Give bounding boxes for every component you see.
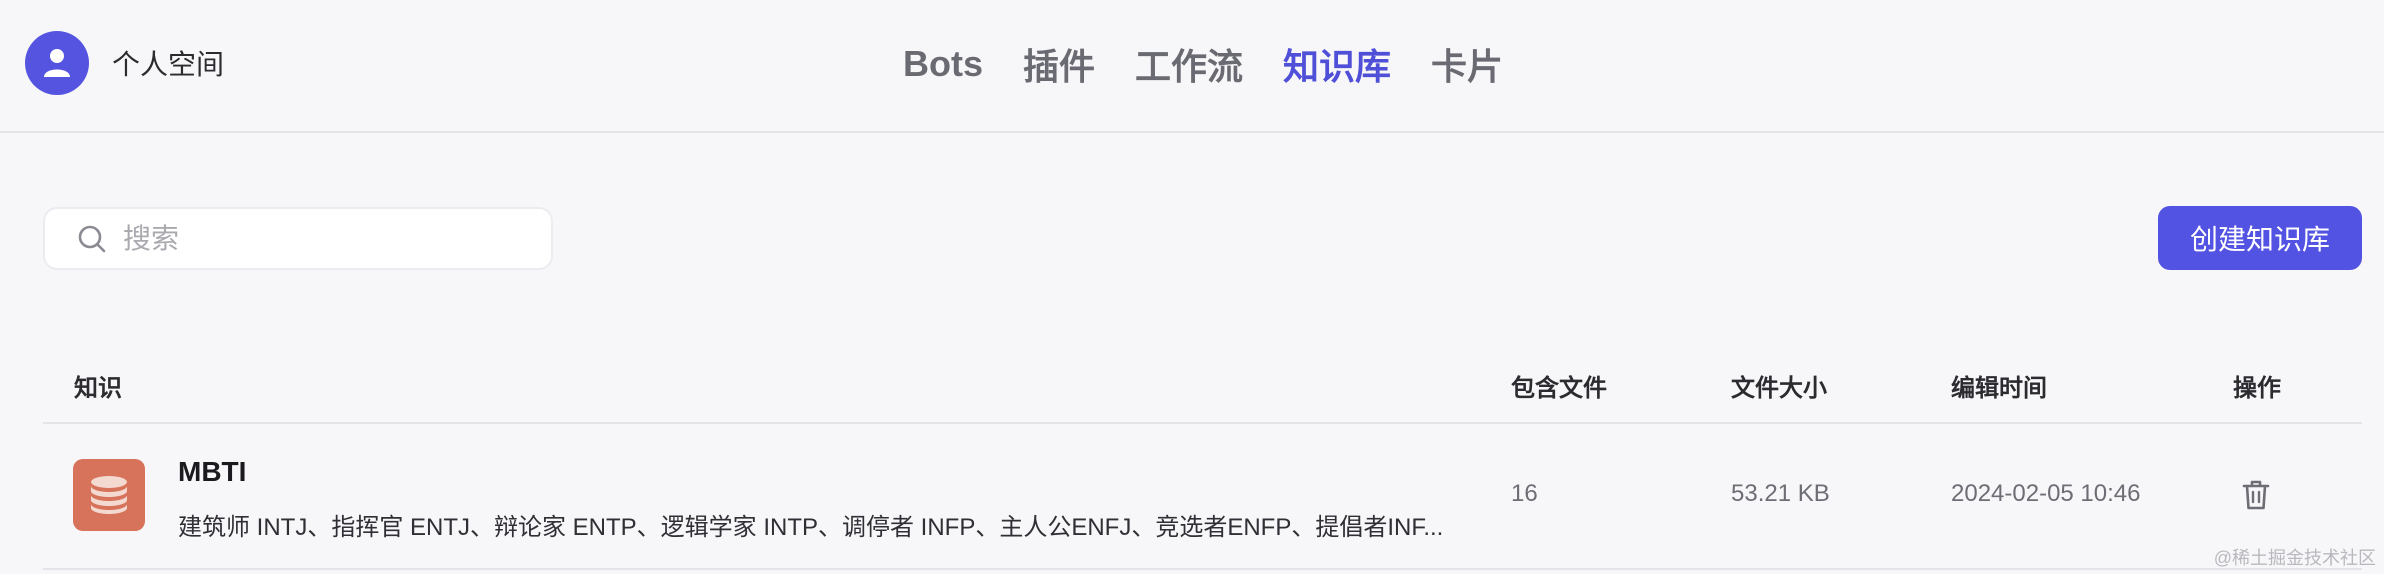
nav-item-knowledge[interactable]: 知识库 [1283,38,1391,90]
main-nav: Bots 插件 工作流 知识库 卡片 [903,36,1543,92]
search-input[interactable] [123,222,503,255]
header-files: 包含文件 [1511,375,1607,402]
watermark: @稀土掘金技术社区 [2213,548,2376,568]
edit-time: 2024-02-05 10:46 [1951,480,2141,507]
knowledge-table: 知识 包含文件 文件大小 编辑时间 操作 MBTI 建筑师 INTJ、指挥官 E… [43,350,2362,570]
file-size: 53.21 KB [1731,480,1830,507]
knowledge-title[interactable]: MBTI [178,456,246,488]
table-row[interactable]: MBTI 建筑师 INTJ、指挥官 ENTJ、辩论家 ENTP、逻辑学家 INT… [43,424,2362,570]
file-count: 16 [1511,480,1538,507]
user-space-label: 个人空间 [112,49,225,80]
knowledge-description: 建筑师 INTJ、指挥官 ENTJ、辩论家 ENTP、逻辑学家 INTP、调停者… [178,514,1444,541]
search-box[interactable] [43,207,553,270]
nav-item-bots[interactable]: Bots [903,43,983,85]
create-knowledge-base-button[interactable]: 创建知识库 [2158,206,2362,270]
avatar[interactable] [25,31,89,95]
header-actions: 操作 [2233,375,2281,402]
user-space[interactable]: 个人空间 [25,31,224,95]
nav-item-cards[interactable]: 卡片 [1431,38,1503,90]
trash-icon [2242,480,2270,510]
delete-button[interactable] [2241,479,2273,513]
search-icon [78,225,106,252]
top-bar: 个人空间 Bots 插件 工作流 知识库 卡片 [0,0,2384,133]
header-edited: 编辑时间 [1951,375,2047,402]
user-icon [44,49,70,77]
nav-item-workflows[interactable]: 工作流 [1135,38,1243,90]
database-icon [73,459,145,531]
header-knowledge: 知识 [74,375,122,402]
nav-item-plugins[interactable]: 插件 [1023,38,1095,90]
table-header: 知识 包含文件 文件大小 编辑时间 操作 [43,350,2362,424]
header-size: 文件大小 [1731,375,1827,402]
